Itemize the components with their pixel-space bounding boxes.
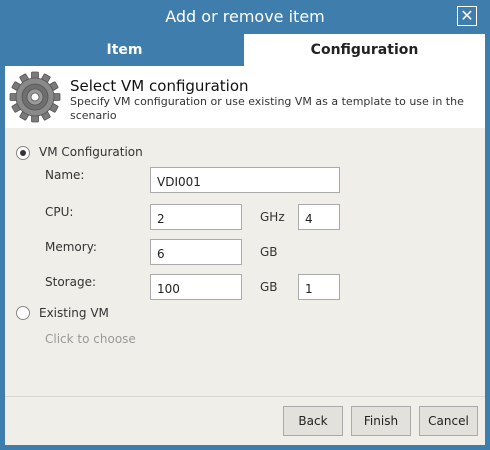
add-remove-item-dialog: Add or remove item ✕ Item Configuration: [0, 0, 490, 450]
cancel-button[interactable]: Cancel: [419, 406, 478, 436]
finish-button[interactable]: Finish: [351, 406, 411, 436]
storage-label: Storage:: [45, 275, 96, 289]
cpu-label: CPU:: [45, 205, 74, 219]
back-button[interactable]: Back: [283, 406, 343, 436]
step-header: Select VM configuration Specify VM confi…: [5, 66, 485, 128]
name-label: Name:: [45, 168, 85, 182]
storage-unit: GB: [260, 280, 278, 294]
cpu-extra-field[interactable]: 4: [298, 204, 340, 230]
name-field[interactable]: VDI001: [150, 167, 340, 193]
memory-unit: GB: [260, 245, 278, 259]
step-title: Select VM configuration: [70, 77, 249, 95]
storage-extra-field[interactable]: 1: [298, 274, 340, 300]
click-to-choose-link[interactable]: Click to choose: [45, 332, 136, 346]
cpu-field[interactable]: 2: [150, 204, 242, 230]
dialog-body: Item Configuration Select VM configurati…: [5, 34, 485, 445]
vm-configuration-radio[interactable]: [16, 146, 30, 160]
memory-label: Memory:: [45, 240, 97, 254]
close-icon[interactable]: ✕: [457, 6, 477, 26]
tab-configuration[interactable]: Configuration: [244, 34, 485, 66]
tab-bar: Item Configuration: [5, 34, 485, 66]
existing-vm-radio[interactable]: [16, 306, 30, 320]
cpu-unit: GHz: [260, 210, 285, 224]
title-bar: Add or remove item ✕: [0, 0, 490, 34]
dialog-title: Add or remove item: [165, 7, 325, 26]
gear-icon: [9, 71, 61, 123]
tab-item[interactable]: Item: [5, 34, 244, 66]
footer-divider: [5, 396, 485, 397]
step-description: Specify VM configuration or use existing…: [70, 95, 464, 122]
config-form: VM Configuration Name: VDI001 CPU: 2 GHz…: [5, 128, 485, 396]
storage-field[interactable]: 100: [150, 274, 242, 300]
existing-vm-label: Existing VM: [39, 306, 109, 320]
memory-field[interactable]: 6: [150, 239, 242, 265]
vm-configuration-label: VM Configuration: [39, 145, 143, 159]
